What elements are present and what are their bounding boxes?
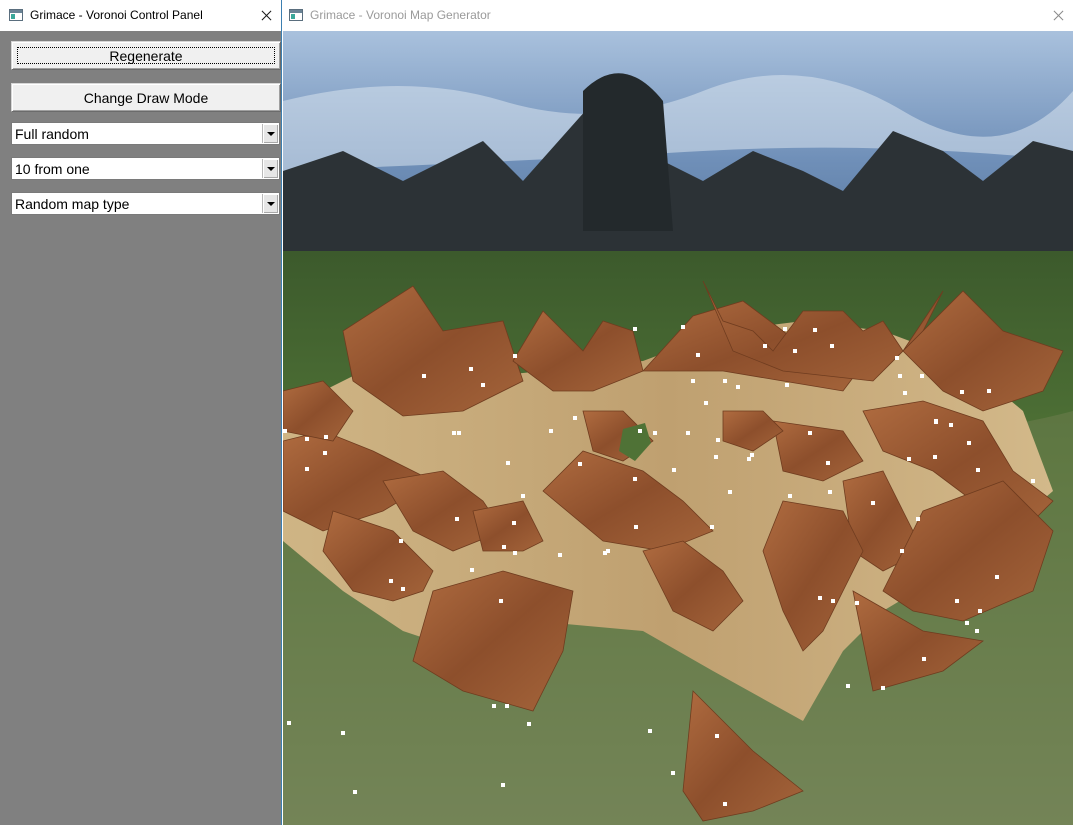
focus-ring — [17, 47, 275, 64]
close-icon[interactable] — [251, 0, 281, 31]
control-panel-title: Grimace - Voronoi Control Panel — [30, 8, 203, 22]
site-count-value: 10 from one — [15, 161, 90, 177]
map-generator-title: Grimace - Voronoi Map Generator — [310, 8, 491, 22]
map-3d-viewport[interactable] — [283, 31, 1073, 825]
generation-mode-value: Full random — [15, 126, 89, 142]
map-generator-titlebar[interactable]: Grimace - Voronoi Map Generator — [283, 0, 1073, 31]
control-panel-body: Regenerate Change Draw Mode Full random … — [0, 31, 281, 825]
chevron-down-icon[interactable] — [262, 124, 278, 143]
map-generator-window: Grimace - Voronoi Map Generator — [283, 0, 1073, 825]
app-window-icon — [289, 9, 303, 21]
map-type-value: Random map type — [15, 196, 130, 212]
generation-mode-select[interactable]: Full random — [11, 122, 280, 145]
change-draw-mode-button[interactable]: Change Draw Mode — [11, 83, 281, 112]
map-type-select[interactable]: Random map type — [11, 192, 280, 215]
control-panel-titlebar[interactable]: Grimace - Voronoi Control Panel — [0, 0, 281, 31]
tall-tree — [583, 73, 673, 231]
app-window-icon — [9, 9, 23, 21]
chevron-down-icon[interactable] — [262, 159, 278, 178]
map-scene — [283, 31, 1073, 825]
chevron-down-icon[interactable] — [262, 194, 278, 213]
change-draw-mode-label: Change Draw Mode — [83, 89, 209, 106]
close-icon[interactable] — [1043, 0, 1073, 31]
control-panel-window: Grimace - Voronoi Control Panel Regenera… — [0, 0, 282, 825]
site-count-select[interactable]: 10 from one — [11, 157, 280, 180]
regenerate-button[interactable]: Regenerate — [11, 41, 281, 70]
